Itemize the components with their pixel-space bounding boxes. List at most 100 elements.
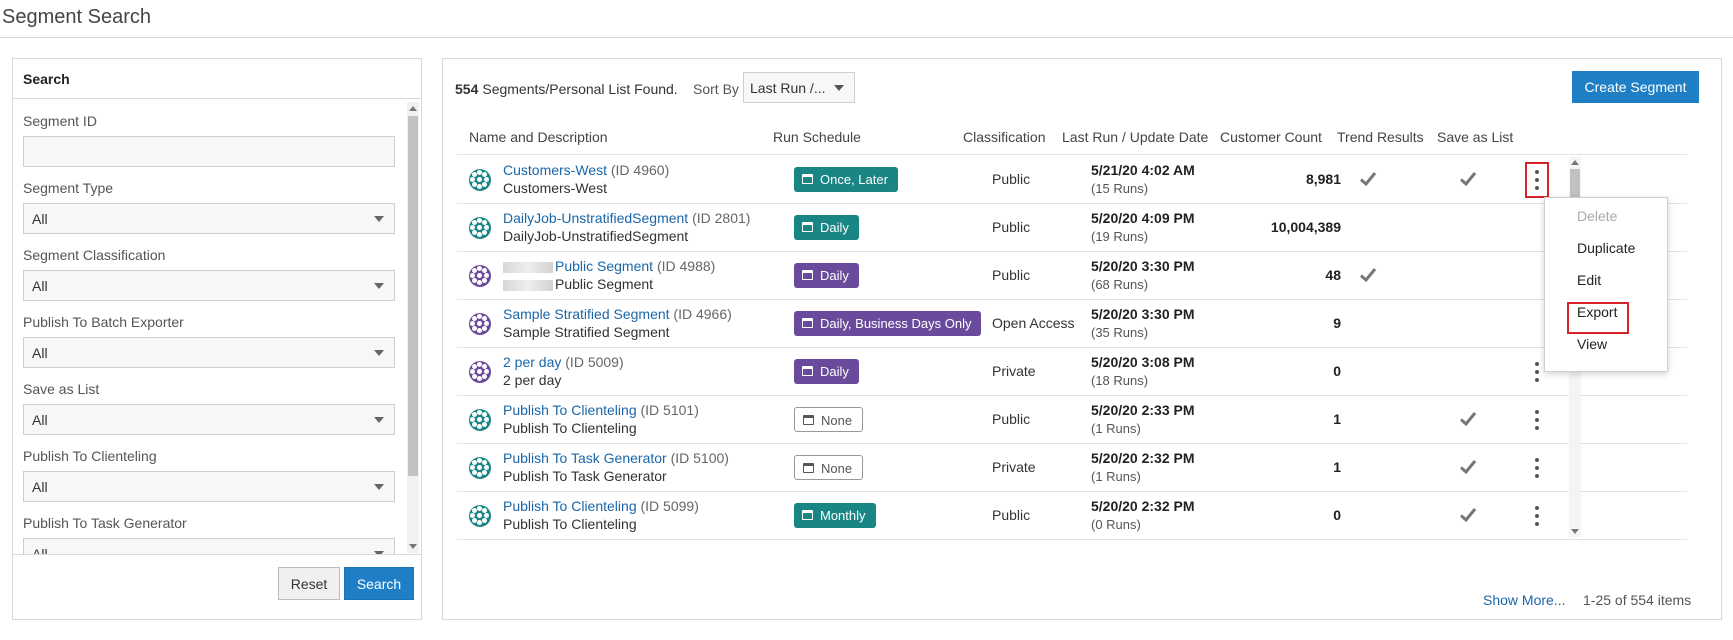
- segment-name-link[interactable]: Sample Stratified Segment: [503, 306, 670, 322]
- run-schedule-badge[interactable]: None: [794, 407, 864, 432]
- row-actions-menu: Delete Duplicate Edit Export View: [1544, 197, 1668, 372]
- segment-description: Public Segment: [503, 276, 653, 292]
- run-count: (15 Runs): [1091, 181, 1149, 196]
- segment-id-input[interactable]: [23, 136, 395, 167]
- field-label: Publish To Task Generator: [23, 515, 187, 531]
- customer-count: 9: [1333, 315, 1341, 331]
- segment-name-link[interactable]: Customers-West: [503, 162, 607, 178]
- column-header-classification[interactable]: Classification: [963, 129, 1045, 145]
- results-count-text: Segments/Personal List Found.: [482, 81, 678, 97]
- run-schedule-badge[interactable]: Once, Later: [794, 167, 898, 192]
- search-panel: Search Segment ID Segment Type All Segme…: [12, 58, 422, 620]
- calendar-icon: [803, 463, 814, 473]
- run-schedule-badge[interactable]: Daily, Business Days Only: [794, 311, 982, 336]
- menu-item-delete[interactable]: Delete: [1577, 208, 1617, 224]
- scroll-down-icon[interactable]: [409, 544, 417, 549]
- column-header-trend-results[interactable]: Trend Results: [1337, 129, 1424, 145]
- segment-name-link[interactable]: Publish To Clienteling: [503, 498, 637, 514]
- last-run-date: 5/20/20 2:32 PM: [1091, 498, 1195, 514]
- run-schedule-label: Daily: [820, 220, 849, 235]
- icon-dot: [477, 417, 482, 422]
- kebab-dot: [1535, 522, 1539, 526]
- kebab-dot: [1535, 362, 1539, 366]
- segment-icon: [469, 457, 491, 479]
- classification-cell: Private: [992, 363, 1036, 379]
- save-as-list-select[interactable]: All: [23, 404, 395, 435]
- search-scrollbar[interactable]: [407, 102, 419, 553]
- column-header-run-schedule[interactable]: Run Schedule: [773, 129, 861, 145]
- publish-batch-exporter-select[interactable]: All: [23, 337, 395, 368]
- column-header-last-run[interactable]: Last Run / Update Date: [1062, 129, 1208, 145]
- menu-item-duplicate[interactable]: Duplicate: [1577, 240, 1635, 256]
- row-actions-kebab-icon[interactable]: [1527, 404, 1547, 436]
- kebab-dot: [1535, 378, 1539, 382]
- select-value: All: [32, 211, 48, 227]
- customer-count: 48: [1325, 267, 1341, 283]
- kebab-dot: [1535, 506, 1539, 510]
- last-run-date: 5/20/20 2:32 PM: [1091, 450, 1195, 466]
- redacted-text: [503, 279, 553, 291]
- run-schedule-label: Daily: [820, 268, 849, 283]
- results-count: 554 Segments/Personal List Found.: [455, 81, 678, 97]
- run-schedule-badge[interactable]: Daily: [794, 263, 859, 288]
- segment-name-link[interactable]: 2 per day: [503, 354, 561, 370]
- run-count: (35 Runs): [1091, 325, 1149, 340]
- menu-item-view[interactable]: View: [1577, 336, 1607, 352]
- segment-name-link[interactable]: Public Segment: [555, 258, 653, 274]
- save-list-check-icon: [1459, 506, 1477, 524]
- scroll-up-icon[interactable]: [1571, 160, 1579, 165]
- icon-dot: [477, 369, 482, 374]
- show-more-link[interactable]: Show More...: [1483, 592, 1565, 608]
- run-count: (19 Runs): [1091, 229, 1149, 244]
- search-button[interactable]: Search: [344, 567, 414, 600]
- reset-button[interactable]: Reset: [278, 567, 340, 600]
- calendar-icon: [802, 510, 813, 520]
- row-actions-kebab-icon[interactable]: [1527, 500, 1547, 532]
- column-header-save-as-list[interactable]: Save as List: [1437, 129, 1513, 145]
- table-row: Public Segment (ID 4988) Public Segment Da…: [457, 252, 1687, 300]
- scroll-up-icon[interactable]: [409, 106, 417, 111]
- run-schedule-badge[interactable]: Monthly: [794, 503, 876, 528]
- menu-item-edit[interactable]: Edit: [1577, 272, 1601, 288]
- run-schedule-badge[interactable]: None: [794, 455, 864, 480]
- menu-item-export[interactable]: Export: [1577, 304, 1617, 320]
- run-schedule-label: Daily: [820, 364, 849, 379]
- last-run-date: 5/20/20 2:33 PM: [1091, 402, 1195, 418]
- segment-description-text: DailyJob-UnstratifiedSegment: [503, 228, 689, 244]
- segment-name-link[interactable]: Publish To Clienteling: [503, 402, 637, 418]
- publish-clienteling-select[interactable]: All: [23, 471, 395, 502]
- trend-check-icon: [1359, 266, 1377, 284]
- last-run-date: 5/21/20 4:02 AM: [1091, 162, 1195, 178]
- row-actions-kebab-icon[interactable]: [1525, 162, 1549, 198]
- table-row: 2 per day (ID 5009) 2 per day Daily Private…: [457, 348, 1687, 396]
- segment-id: (ID 4960): [610, 162, 670, 178]
- segment-description: Publish To Clienteling: [503, 420, 637, 436]
- segment-type-select[interactable]: All: [23, 203, 395, 234]
- segment-classification-select[interactable]: All: [23, 270, 395, 301]
- run-schedule-label: Once, Later: [820, 172, 888, 187]
- scroll-down-icon[interactable]: [1571, 529, 1579, 534]
- icon-dot: [477, 321, 482, 326]
- create-segment-button[interactable]: Create Segment: [1572, 71, 1699, 103]
- run-schedule-badge[interactable]: Daily: [794, 359, 859, 384]
- sort-by-select[interactable]: Last Run /...: [743, 72, 855, 103]
- segment-id: (ID 2801): [692, 210, 751, 226]
- last-run-date: 5/20/20 4:09 PM: [1091, 210, 1195, 226]
- pagination-info: 1-25 of 554 items: [1583, 592, 1692, 608]
- segment-name-link[interactable]: Publish To Task Generator: [503, 450, 667, 466]
- publish-task-generator-select[interactable]: All: [23, 538, 395, 554]
- customer-count: 0: [1333, 507, 1341, 523]
- segment-name-link[interactable]: DailyJob-UnstratifiedSegment: [503, 210, 688, 226]
- chevron-down-icon: [374, 417, 384, 423]
- run-schedule-badge[interactable]: Daily: [794, 215, 859, 240]
- sort-by-value: Last Run /...: [750, 80, 826, 96]
- scrollbar-thumb[interactable]: [408, 116, 418, 476]
- segment-description: 2 per day: [503, 372, 561, 388]
- segments-table: Name and Description Run Schedule Classi…: [457, 119, 1717, 579]
- customer-count: 10,004,389: [1270, 219, 1341, 235]
- column-header-name[interactable]: Name and Description: [469, 129, 608, 145]
- column-header-customer-count[interactable]: Customer Count: [1220, 129, 1322, 145]
- segment-description: Sample Stratified Segment: [503, 324, 670, 340]
- row-actions-kebab-icon[interactable]: [1527, 452, 1547, 484]
- icon-dot: [477, 225, 482, 230]
